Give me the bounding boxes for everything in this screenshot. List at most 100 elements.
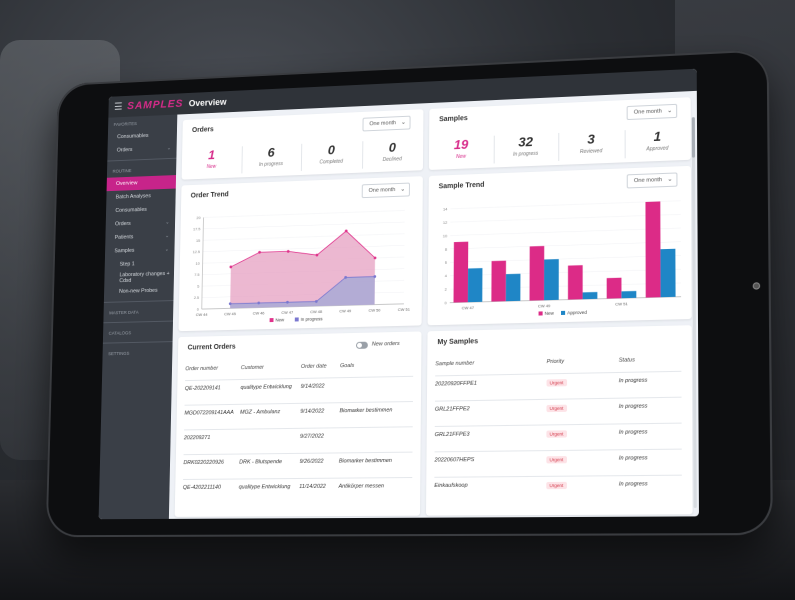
sidebar-item-label: Orders <box>115 221 131 227</box>
new-orders-toggle[interactable] <box>356 342 368 349</box>
x-tick-label: CW 46 <box>253 310 265 315</box>
stat-value: 3 <box>566 131 617 148</box>
samples-range-value: One month <box>634 109 662 116</box>
table-cell: 9/14/2022 <box>300 408 324 414</box>
stat-value: 0 <box>368 139 417 156</box>
sidebar-item[interactable]: Orders ⌄ <box>107 141 176 157</box>
table-cell: qualitype Entwicklung <box>240 384 291 391</box>
table-row[interactable]: 202209271 9/27/2022 <box>184 426 413 447</box>
orders-range-dropdown[interactable]: One month ⌄ <box>362 116 410 132</box>
table-row[interactable]: 20220607HEPS Urgent In progress <box>434 449 681 470</box>
sidebar-item-label: Orders <box>117 147 133 153</box>
table-row[interactable]: DRK0220220926 DRK - Blutspende 9/26/2022 Bi… <box>183 452 412 472</box>
bar-approved[interactable] <box>506 274 521 301</box>
stat-approved[interactable]: 1 Approved <box>632 128 684 153</box>
sidebar-divider <box>103 321 173 324</box>
sidebar-item[interactable]: Settings <box>102 345 172 360</box>
tablet-frame: ☰ SAMPLES Overview Favorites Consumables O… <box>46 49 773 537</box>
sidebar-item[interactable]: Non-new Probes <box>104 283 174 299</box>
table-cell: GRL21FFPE2 <box>435 406 470 413</box>
sidebar-item-label: Routine <box>113 168 132 174</box>
bar-new[interactable] <box>454 242 469 303</box>
stat-label: New <box>188 163 235 171</box>
bar-new[interactable] <box>491 261 506 302</box>
table-row[interactable]: GRL21FFPE2 Urgent In progress <box>435 397 682 419</box>
table-cell: DRK - Blutspende <box>239 459 282 465</box>
stat-divider <box>301 144 302 171</box>
stat-in-progress[interactable]: 32 In progress <box>500 133 550 158</box>
column-header[interactable]: Order date <box>301 363 327 369</box>
sidebar-item-label: Batch Analyses <box>116 193 151 200</box>
samples-title: Samples <box>439 115 468 123</box>
column-header[interactable]: Sample number <box>435 361 474 368</box>
stat-new[interactable]: 1 New <box>188 147 236 171</box>
table-cell: MGD072209141AAA <box>184 410 233 417</box>
stat-new[interactable]: 19 New <box>436 136 486 161</box>
table-row[interactable]: GRL21FFPE3 Urgent In progress <box>435 423 682 445</box>
y-tick-label: 12.5 <box>193 249 200 254</box>
legend-label: New <box>545 310 555 315</box>
stat-value: 0 <box>307 142 356 159</box>
samples-range-dropdown[interactable]: One month ⌄ <box>627 104 678 120</box>
table-cell: 20220607HEPS <box>434 457 474 464</box>
stat-divider <box>362 141 363 168</box>
sidebar-item-label: Consumables <box>117 133 148 140</box>
bar-approved[interactable] <box>660 249 675 297</box>
chevron-down-icon: ⌄ <box>667 107 672 114</box>
table-cell: In progress <box>619 429 648 436</box>
table-cell: QE-202209141 <box>185 385 221 392</box>
table-row[interactable]: 20220920FFPE1 Urgent In progress <box>435 371 681 394</box>
column-header[interactable]: Goals <box>340 363 354 369</box>
sidebar-item-label: Consumables <box>115 207 147 214</box>
sidebar-item[interactable]: Catalogs <box>103 324 173 339</box>
stat-value: 19 <box>436 136 486 153</box>
table-cell: In progress <box>619 378 648 385</box>
menu-icon[interactable]: ☰ <box>114 101 124 112</box>
stat-declined[interactable]: 0 Declined <box>368 139 417 164</box>
table-cell: 20220920FFPE1 <box>435 381 477 388</box>
x-tick-label: CW 47 <box>281 310 293 315</box>
bar-approved[interactable] <box>621 291 636 298</box>
table-cell: GRL21FFPE3 <box>435 432 470 439</box>
column-header[interactable]: Priority <box>547 359 565 365</box>
bar-new[interactable] <box>607 278 622 299</box>
y-tick-label: 17.5 <box>193 226 200 231</box>
stat-label: New <box>436 153 486 161</box>
y-tick-label: 14 <box>443 206 448 211</box>
y-tick-label: 15 <box>196 238 200 243</box>
new-orders-toggle-label: New orders <box>372 341 400 348</box>
bar-approved[interactable] <box>544 259 559 300</box>
table-row[interactable]: Einkaufskoop Urgent In progress <box>434 475 682 496</box>
sidebar-item[interactable]: Master Data <box>103 304 173 319</box>
bar-new[interactable] <box>568 265 583 299</box>
bar-approved[interactable] <box>583 292 598 299</box>
table-cell: Biomarker bestimmen <box>339 407 392 414</box>
app-logo[interactable]: SAMPLES <box>127 98 181 112</box>
x-tick-label: CW 47 <box>462 305 474 310</box>
priority-badge: Urgent <box>547 379 567 387</box>
stat-reviewed[interactable]: 3 Reviewed <box>566 131 617 156</box>
sidebar-item-label: Favorites <box>114 121 137 127</box>
stat-in-progress[interactable]: 6 In progress <box>247 144 295 168</box>
bar-approved[interactable] <box>468 268 483 302</box>
column-header[interactable]: Status <box>619 357 635 363</box>
column-header[interactable]: Order number <box>185 366 218 373</box>
orders-title: Orders <box>192 126 214 134</box>
table-row[interactable]: QE-4202211140 qualitype Entwicklung 11/14/… <box>183 477 413 497</box>
tablet-camera <box>753 282 760 289</box>
table-cell: 9/27/2022 <box>300 434 324 440</box>
main-scrollbar[interactable] <box>692 117 697 508</box>
table-cell: MGZ - Ambulanz <box>240 409 280 416</box>
my-samples-title: My Samples <box>437 338 478 346</box>
table-row[interactable]: QE-202209141 qualitype Entwicklung 9/14/20… <box>185 376 413 398</box>
orders-range-value: One month <box>369 120 396 127</box>
stat-divider <box>241 146 242 173</box>
bar-new[interactable] <box>530 246 545 301</box>
stat-completed[interactable]: 0 Completed <box>307 142 356 166</box>
table-cell: 202209271 <box>184 435 210 441</box>
bar-new[interactable] <box>645 201 660 297</box>
sidebar-item-label: Patients <box>115 234 134 240</box>
column-header[interactable]: Customer <box>241 365 264 371</box>
stat-divider <box>493 136 494 164</box>
table-row[interactable]: MGD072209141AAA MGZ - Ambulanz 9/14/2022 Bi… <box>184 401 413 422</box>
